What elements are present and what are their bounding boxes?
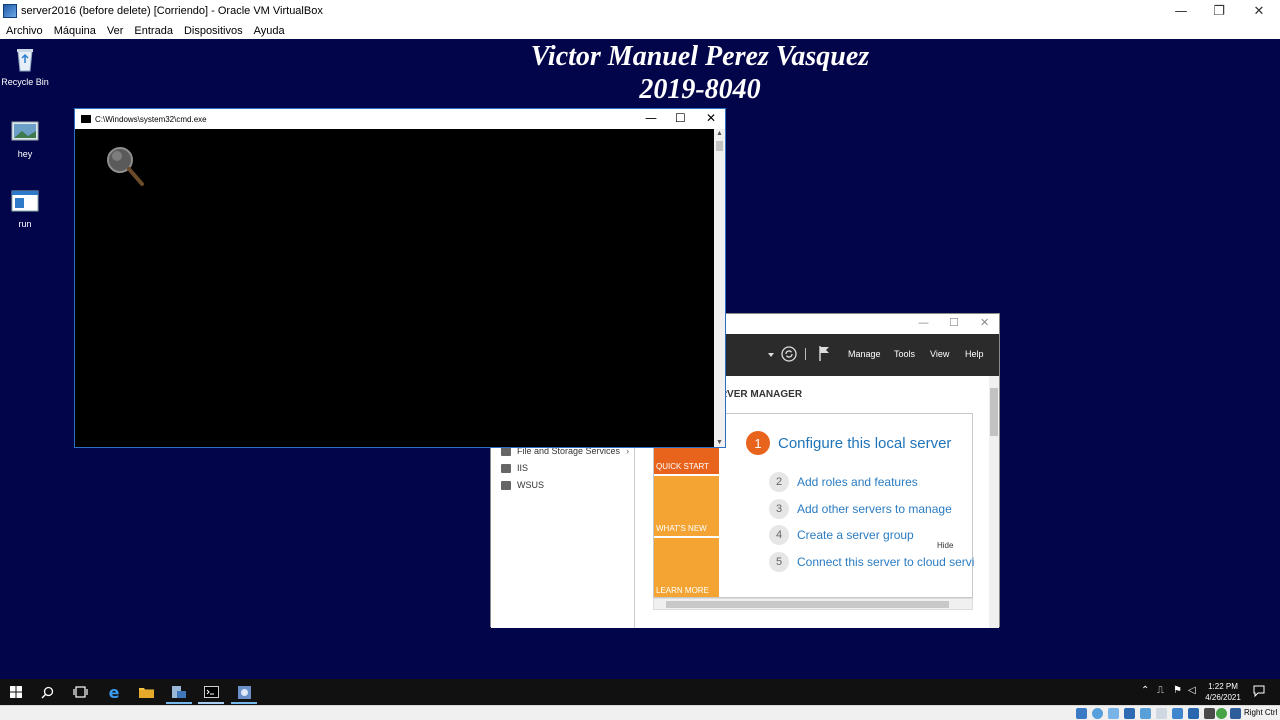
virtualization-icon[interactable] bbox=[1216, 708, 1227, 719]
restore-button[interactable]: ❐ bbox=[1199, 0, 1239, 22]
internet-explorer-icon[interactable]: e bbox=[105, 683, 123, 702]
close-button[interactable]: ✕ bbox=[1239, 0, 1279, 22]
vbox-statusbar: Right Ctrl bbox=[0, 705, 1280, 720]
chevron-up-icon[interactable]: ⌃ bbox=[1141, 685, 1149, 696]
vbox-titlebar: server2016 (before delete) [Corriendo] -… bbox=[0, 0, 1280, 22]
display-icon[interactable] bbox=[1172, 708, 1183, 719]
menu-archivo[interactable]: Archivo bbox=[6, 25, 43, 37]
cmd-window[interactable]: C:\Windows\system32\cmd.exe — ☐ ✕ ▲ ▼ bbox=[74, 108, 726, 448]
minimize-button[interactable]: — bbox=[1161, 0, 1201, 22]
nav-wsus[interactable]: WSUS bbox=[501, 480, 544, 490]
audio-icon[interactable] bbox=[1108, 708, 1119, 719]
menu-entrada[interactable]: Entrada bbox=[134, 25, 173, 37]
server-manager-active-indicator bbox=[166, 702, 192, 704]
desktop-icon-run[interactable]: run bbox=[0, 187, 50, 229]
step-add-roles[interactable]: 2 Add roles and features bbox=[769, 472, 974, 492]
window-shortcut-icon bbox=[11, 187, 39, 215]
magnifier-icon bbox=[107, 147, 144, 186]
iis-icon bbox=[501, 463, 511, 473]
sm-maximize-button[interactable]: ☐ bbox=[949, 316, 959, 329]
cmd-close-button[interactable]: ✕ bbox=[706, 111, 716, 125]
menu-dispositivos[interactable]: Dispositivos bbox=[184, 25, 243, 37]
desktop-icon-label: Recycle Bin bbox=[1, 77, 49, 87]
app-icon[interactable] bbox=[235, 683, 253, 701]
start-icon[interactable] bbox=[7, 683, 25, 701]
taskbar: e ⌃ ⎍ ⚑ ◁ 1:22 PM 4/26/2021 bbox=[0, 679, 1280, 705]
banner-name: Victor Manuel Perez Vasquez bbox=[530, 41, 870, 72]
nav-iis[interactable]: IIS bbox=[501, 463, 528, 473]
menu-manage[interactable]: Manage bbox=[848, 349, 881, 359]
host-key-label: Right Ctrl bbox=[1244, 708, 1278, 717]
sm-minimize-button[interactable]: — bbox=[918, 316, 929, 329]
cmd-icon[interactable] bbox=[202, 683, 220, 701]
mouse-integration-icon[interactable] bbox=[1230, 708, 1241, 719]
banner-id: 2019-8040 bbox=[639, 74, 761, 105]
step-connect-cloud[interactable]: 5 Connect this server to cloud servic bbox=[769, 552, 974, 572]
sm-close-button[interactable]: ✕ bbox=[980, 316, 989, 329]
scroll-up-icon[interactable]: ▲ bbox=[714, 130, 725, 137]
horizontal-scrollbar[interactable] bbox=[653, 598, 973, 610]
menu-maquina[interactable]: Máquina bbox=[54, 25, 96, 37]
optical-drive-icon[interactable] bbox=[1092, 708, 1103, 719]
shared-folders-icon[interactable] bbox=[1156, 708, 1167, 719]
menu-view[interactable]: View bbox=[930, 349, 949, 359]
vertical-scrollbar[interactable] bbox=[989, 376, 999, 628]
cmd-scrollbar[interactable]: ▲ ▼ bbox=[714, 129, 725, 447]
menu-ayuda[interactable]: Ayuda bbox=[254, 25, 285, 37]
cpu-icon[interactable] bbox=[1204, 708, 1215, 719]
clock-date: 4/26/2021 bbox=[1205, 693, 1241, 702]
scrollbar-thumb[interactable] bbox=[666, 601, 949, 608]
network-icon[interactable]: ⎍ bbox=[1157, 685, 1164, 696]
scrollbar-thumb[interactable] bbox=[990, 388, 998, 436]
cmd-console[interactable] bbox=[75, 129, 715, 447]
video-capture-icon[interactable] bbox=[1188, 708, 1199, 719]
step-configure-local-server[interactable]: 1 Configure this local server bbox=[746, 431, 951, 455]
app-active-indicator bbox=[231, 702, 257, 704]
search-icon[interactable] bbox=[38, 683, 56, 701]
refresh-icon[interactable] bbox=[781, 346, 797, 362]
volume-muted-icon[interactable]: ◁ bbox=[1188, 685, 1196, 696]
chevron-down-icon[interactable] bbox=[768, 353, 774, 358]
desktop-icon-recycle-bin[interactable]: Recycle Bin bbox=[0, 45, 50, 87]
hide-link[interactable]: Hide bbox=[937, 541, 953, 550]
warning-icon[interactable]: ⚑ bbox=[1173, 685, 1182, 696]
file-explorer-icon[interactable] bbox=[137, 683, 155, 701]
recycle-bin-icon bbox=[11, 45, 39, 73]
desktop-icon-hey[interactable]: hey bbox=[0, 117, 50, 159]
vbox-menubar: Archivo Máquina Ver Entrada Dispositivos… bbox=[0, 22, 1280, 39]
notifications-flag-icon[interactable] bbox=[818, 345, 832, 361]
virtualbox-icon bbox=[3, 4, 17, 18]
cmd-minimize-button[interactable]: — bbox=[645, 111, 657, 125]
toolbar-divider bbox=[805, 348, 806, 360]
clock-time: 1:22 PM bbox=[1208, 682, 1238, 691]
wsus-icon bbox=[501, 480, 511, 490]
action-center-icon[interactable] bbox=[1253, 685, 1265, 697]
dashboard-heading: RVER MANAGER bbox=[720, 389, 803, 400]
cmd-icon bbox=[81, 115, 91, 123]
cmd-title: C:\Windows\system32\cmd.exe bbox=[95, 114, 207, 124]
window-title: server2016 (before delete) [Corriendo] -… bbox=[21, 5, 323, 17]
menu-help[interactable]: Help bbox=[965, 349, 984, 359]
scroll-down-icon[interactable]: ▼ bbox=[714, 439, 725, 446]
cmd-titlebar: C:\Windows\system32\cmd.exe — ☐ ✕ bbox=[75, 109, 725, 129]
cmd-active-indicator bbox=[198, 702, 224, 704]
cmd-maximize-button[interactable]: ☐ bbox=[675, 111, 686, 125]
task-view-icon[interactable] bbox=[71, 683, 89, 701]
taskbar-clock[interactable]: 1:22 PM 4/26/2021 bbox=[1200, 681, 1246, 703]
hard-disk-icon[interactable] bbox=[1076, 708, 1087, 719]
usb-icon[interactable] bbox=[1140, 708, 1151, 719]
step-add-servers[interactable]: 3 Add other servers to manage bbox=[769, 499, 974, 519]
desktop-icon-label: run bbox=[18, 219, 32, 229]
menu-tools[interactable]: Tools bbox=[894, 349, 915, 359]
scrollbar-thumb[interactable] bbox=[716, 141, 723, 151]
menu-ver[interactable]: Ver bbox=[107, 25, 124, 37]
image-file-icon bbox=[11, 117, 39, 145]
server-manager-icon[interactable] bbox=[170, 683, 188, 701]
desktop-icon-label: hey bbox=[17, 149, 33, 159]
network-adapter-icon[interactable] bbox=[1124, 708, 1135, 719]
